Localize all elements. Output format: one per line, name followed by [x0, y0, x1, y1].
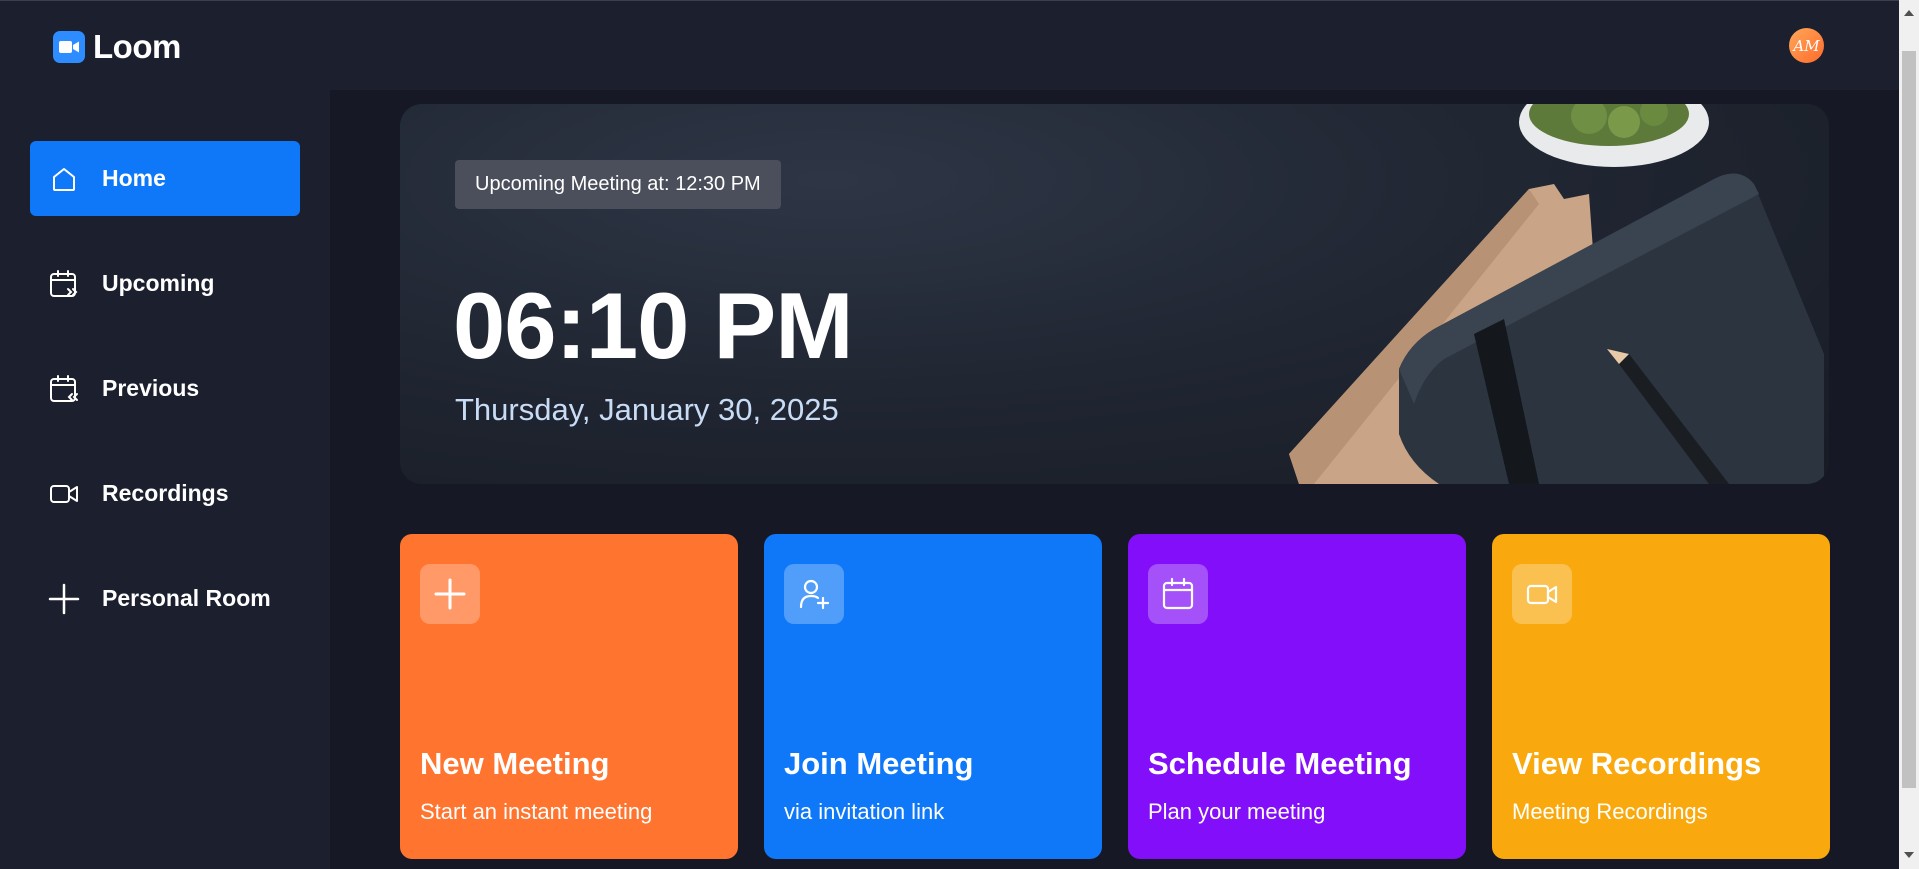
vertical-scrollbar[interactable]: [1899, 0, 1919, 869]
sidebar-item-label: Previous: [102, 375, 200, 401]
brand-name: Loom: [93, 28, 181, 65]
video-camera-icon: [53, 31, 85, 63]
scroll-up-arrow[interactable]: [1904, 10, 1914, 16]
scroll-thumb[interactable]: [1902, 51, 1916, 788]
brand-logo-link[interactable]: Loom: [53, 28, 181, 66]
video-icon: [48, 478, 80, 510]
current-time: 06:10 PM: [453, 273, 854, 378]
card-title: Join Meeting: [784, 746, 974, 781]
top-navbar: Loom AM: [0, 0, 1899, 90]
user-plus-icon: [784, 564, 844, 624]
sidebar-item-label: Recordings: [102, 480, 229, 506]
card-title: Schedule Meeting: [1148, 746, 1412, 781]
card-title: New Meeting: [420, 746, 610, 781]
card-subtitle: Plan your meeting: [1148, 799, 1326, 824]
card-subtitle: via invitation link: [784, 799, 945, 824]
video-icon: [1512, 564, 1572, 624]
scroll-down-arrow[interactable]: [1904, 852, 1914, 858]
card-subtitle: Meeting Recordings: [1512, 799, 1708, 824]
calendar-icon: [1148, 564, 1208, 624]
sidebar: Home Upcoming Previous Recordings Person…: [0, 90, 330, 869]
card-subtitle: Start an instant meeting: [420, 799, 653, 824]
plus-icon: [420, 564, 480, 624]
schedule-meeting-card[interactable]: Schedule Meeting Plan your meeting: [1128, 534, 1466, 859]
sidebar-item-label: Personal Room: [102, 585, 271, 611]
current-date: Thursday, January 30, 2025: [455, 392, 839, 427]
plus-icon: [48, 583, 80, 615]
calendar-forward-icon: [48, 268, 80, 300]
sidebar-item-previous[interactable]: Previous: [30, 351, 300, 426]
view-recordings-card[interactable]: View Recordings Meeting Recordings: [1492, 534, 1830, 859]
calendar-back-icon: [48, 373, 80, 405]
new-meeting-card[interactable]: New Meeting Start an instant meeting: [400, 534, 738, 859]
home-icon: [48, 163, 80, 195]
sidebar-item-recordings[interactable]: Recordings: [30, 456, 300, 531]
join-meeting-card[interactable]: Join Meeting via invitation link: [764, 534, 1102, 859]
sidebar-item-personal-room[interactable]: Personal Room: [30, 561, 300, 636]
hero-banner: Upcoming Meeting at: 12:30 PM 06:10 PM T…: [400, 104, 1829, 484]
desk-illustration: [1289, 104, 1824, 484]
sidebar-item-label: Upcoming: [102, 270, 215, 296]
card-title: View Recordings: [1512, 746, 1762, 781]
sidebar-item-upcoming[interactable]: Upcoming: [30, 246, 300, 321]
user-avatar[interactable]: AM: [1789, 28, 1824, 63]
sidebar-item-home[interactable]: Home: [30, 141, 300, 216]
upcoming-meeting-badge: Upcoming Meeting at: 12:30 PM: [455, 160, 781, 209]
sidebar-item-label: Home: [102, 165, 166, 191]
